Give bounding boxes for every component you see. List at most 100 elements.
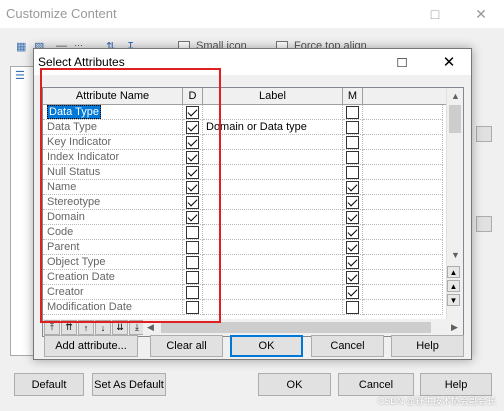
m-checkbox[interactable] [346, 121, 359, 134]
label-cell[interactable] [203, 240, 343, 255]
table-row[interactable]: Data Type Domain or Data type [43, 120, 443, 135]
display-checkbox[interactable] [186, 181, 199, 194]
move-down-icon[interactable]: ↓ [95, 320, 111, 335]
outer-side-button[interactable] [476, 126, 492, 142]
label-cell[interactable] [203, 180, 343, 195]
vertical-scrollbar[interactable]: ▲ ▼ ▲ ▲ ▼ [446, 88, 463, 320]
d-cell[interactable] [183, 120, 203, 135]
add-attribute-button[interactable]: Add attribute... [44, 335, 138, 357]
scroll-up-icon[interactable]: ▲ [451, 91, 460, 101]
d-cell[interactable] [183, 255, 203, 270]
display-checkbox[interactable] [186, 136, 199, 149]
outer-help-button[interactable]: Help [420, 373, 492, 396]
dialog-help-button[interactable]: Help [391, 335, 464, 357]
attribute-name-cell[interactable]: Creator [43, 285, 183, 300]
attribute-name-cell[interactable]: Creation Date [43, 270, 183, 285]
attribute-name-cell[interactable]: Data Type [43, 105, 183, 120]
table-row[interactable]: Null Status [43, 165, 443, 180]
m-checkbox[interactable] [346, 106, 359, 119]
m-cell[interactable] [343, 240, 363, 255]
m-cell[interactable] [343, 165, 363, 180]
d-cell[interactable] [183, 270, 203, 285]
attributes-grid[interactable]: Attribute Name D Label M Data Type Data T… [42, 87, 464, 337]
display-checkbox[interactable] [186, 286, 199, 299]
dialog-close-icon[interactable]: ✕ [429, 49, 469, 75]
display-checkbox[interactable] [186, 301, 199, 314]
display-checkbox[interactable] [186, 196, 199, 209]
table-row[interactable]: Creation Date [43, 270, 443, 285]
attribute-name-cell[interactable]: Object Type [43, 255, 183, 270]
m-checkbox[interactable] [346, 211, 359, 224]
table-row[interactable]: Object Type [43, 255, 443, 270]
move-up-side-icon[interactable]: ▲ [447, 280, 460, 292]
display-checkbox[interactable] [186, 271, 199, 284]
table-row[interactable]: Modification Date [43, 300, 443, 315]
move-to-top-icon[interactable]: ⤒ [44, 320, 60, 335]
move-up-icon[interactable]: ↑ [78, 320, 94, 335]
display-checkbox[interactable] [186, 226, 199, 239]
d-cell[interactable] [183, 210, 203, 225]
table-icon[interactable]: ▦ [16, 40, 30, 54]
table-row[interactable]: Parent [43, 240, 443, 255]
set-as-default-button[interactable]: Set As Default [92, 373, 166, 396]
d-cell[interactable] [183, 285, 203, 300]
m-cell[interactable] [343, 300, 363, 315]
display-checkbox[interactable] [186, 151, 199, 164]
d-cell[interactable] [183, 105, 203, 120]
outer-ok-button[interactable]: OK [258, 373, 331, 396]
label-cell[interactable] [203, 195, 343, 210]
m-cell[interactable] [343, 225, 363, 240]
display-checkbox[interactable] [186, 106, 199, 119]
attribute-name-cell[interactable]: Modification Date [43, 300, 183, 315]
m-cell[interactable] [343, 270, 363, 285]
m-checkbox[interactable] [346, 301, 359, 314]
m-checkbox[interactable] [346, 226, 359, 239]
column-header-m[interactable]: M [343, 88, 363, 105]
m-cell[interactable] [343, 210, 363, 225]
label-cell[interactable] [203, 225, 343, 240]
scroll-left-icon[interactable]: ◀ [147, 322, 154, 333]
display-checkbox[interactable] [186, 211, 199, 224]
clear-all-button[interactable]: Clear all [150, 335, 223, 357]
display-checkbox[interactable] [186, 166, 199, 179]
attribute-name-cell[interactable]: Name [43, 180, 183, 195]
label-cell[interactable] [203, 105, 343, 120]
table-row[interactable]: Creator [43, 285, 443, 300]
move-page-up-icon[interactable]: ⇈ [61, 320, 77, 335]
attribute-name-cell[interactable]: Null Status [43, 165, 183, 180]
m-cell[interactable] [343, 195, 363, 210]
default-button[interactable]: Default [14, 373, 84, 396]
d-cell[interactable] [183, 180, 203, 195]
attribute-name-cell[interactable]: Domain [43, 210, 183, 225]
attribute-name-cell[interactable]: Stereotype [43, 195, 183, 210]
maximize-icon[interactable]: □ [412, 0, 458, 28]
label-cell[interactable] [203, 285, 343, 300]
display-checkbox[interactable] [186, 121, 199, 134]
table-row[interactable]: Index Indicator [43, 150, 443, 165]
m-checkbox[interactable] [346, 241, 359, 254]
d-cell[interactable] [183, 195, 203, 210]
move-page-down-icon[interactable]: ⇊ [112, 320, 128, 335]
table-row[interactable]: Code [43, 225, 443, 240]
attribute-name-cell[interactable]: Parent [43, 240, 183, 255]
d-cell[interactable] [183, 135, 203, 150]
attribute-name-cell[interactable]: Code [43, 225, 183, 240]
m-cell[interactable] [343, 150, 363, 165]
table-row[interactable]: Domain [43, 210, 443, 225]
m-cell[interactable] [343, 255, 363, 270]
d-cell[interactable] [183, 300, 203, 315]
m-checkbox[interactable] [346, 166, 359, 179]
display-checkbox[interactable] [186, 241, 199, 254]
m-cell[interactable] [343, 120, 363, 135]
d-cell[interactable] [183, 240, 203, 255]
horizontal-scroll-thumb[interactable] [161, 322, 431, 333]
m-checkbox[interactable] [346, 271, 359, 284]
scroll-right-icon[interactable]: ▶ [451, 322, 458, 333]
label-cell[interactable] [203, 165, 343, 180]
column-header-d[interactable]: D [183, 88, 203, 105]
outer-side-button-2[interactable] [476, 216, 492, 232]
m-cell[interactable] [343, 135, 363, 150]
attribute-name-cell[interactable]: Index Indicator [43, 150, 183, 165]
d-cell[interactable] [183, 225, 203, 240]
label-cell[interactable] [203, 300, 343, 315]
